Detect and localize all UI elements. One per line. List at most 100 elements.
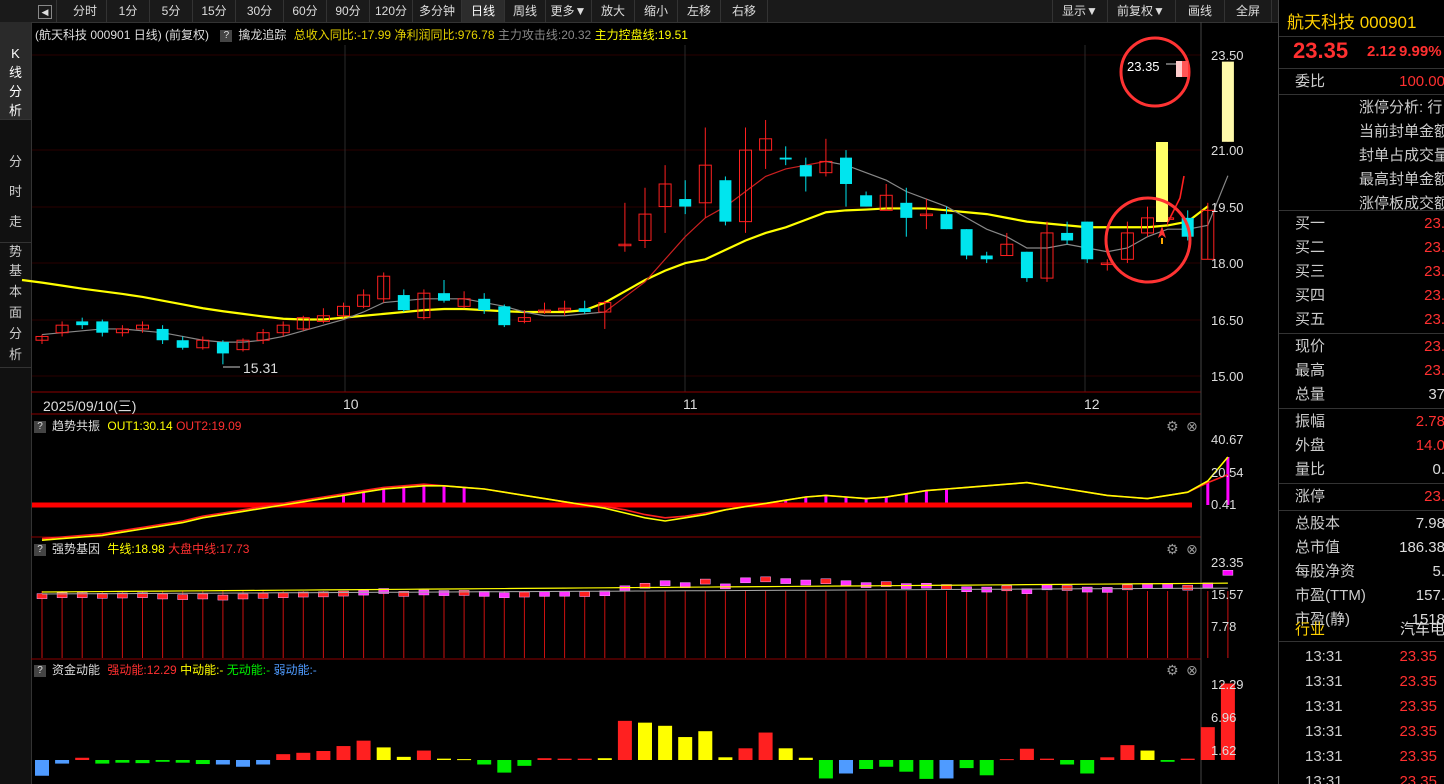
gear-icon[interactable]: ⚙: [1166, 663, 1180, 677]
momentum-bar: [276, 754, 291, 760]
industry-label: 行业: [1295, 621, 1326, 638]
momentum-bar: [95, 760, 110, 764]
bid-row: 买二 23.: [1279, 236, 1444, 260]
gear-icon[interactable]: ⚙: [1166, 419, 1180, 433]
momentum-bar: [55, 760, 70, 764]
gene-block: [338, 590, 349, 597]
candle-down: [1061, 232, 1074, 241]
candle-down: [438, 293, 450, 301]
panel3-none: 无动能:-: [226, 663, 271, 677]
y-axis-label: 21.00: [1211, 143, 1244, 158]
candle-down: [840, 157, 852, 184]
close-icon[interactable]: ⊗: [1186, 542, 1200, 556]
gene-block: [659, 580, 671, 586]
momentum-bar: [517, 760, 532, 766]
panel1-out2: OUT2:19.09: [176, 419, 242, 433]
gear-icon[interactable]: ⚙: [1166, 542, 1180, 556]
gene-block: [740, 577, 751, 584]
bid-row-value: 23.: [1424, 215, 1444, 232]
momentum-bar: [999, 759, 1014, 761]
stat-row: 涨停 23.: [1279, 485, 1444, 509]
momentum-bar: [155, 760, 170, 762]
gene-block: [237, 593, 249, 600]
candle-down: [679, 199, 692, 207]
quote-panel: 航天科技 000901 23.35 2.12 9.99% 委比 100.00 涨停…: [1278, 0, 1444, 784]
gene-block: [277, 592, 289, 598]
help-icon[interactable]: ?: [34, 420, 46, 433]
close-icon[interactable]: ⊗: [1186, 419, 1200, 433]
momentum-bar: [437, 758, 451, 760]
gene-block: [840, 580, 852, 586]
price-change-pct: 9.99%: [1399, 43, 1442, 60]
stat-row-label: 每股净资: [1295, 563, 1356, 580]
momentum-bar: [939, 760, 954, 779]
stat-row-label: 总股本: [1295, 515, 1341, 532]
stat-row-value: 5.: [1432, 563, 1444, 580]
gene-block: [157, 593, 168, 600]
candle-down: [900, 202, 913, 218]
momentum-bar: [135, 760, 150, 764]
panel3-name: 资金动能: [52, 663, 101, 677]
momentum-bar: [617, 720, 632, 760]
candle-down: [96, 321, 109, 333]
momentum-bar: [1160, 760, 1175, 762]
momentum-bar: [1140, 750, 1155, 760]
stat-row: 每股净资 5.: [1279, 560, 1444, 584]
bid-row-label: 买三: [1295, 263, 1326, 280]
momentum-bar: [758, 732, 773, 760]
bid-row-label: 买二: [1295, 239, 1326, 256]
limit-line: 封单占成交量: [1359, 147, 1444, 164]
momentum-bar: [477, 760, 492, 765]
strong-gene-panel: [36, 570, 1234, 658]
y-axis-label: 12.29: [1211, 677, 1244, 692]
high-price-label: 23.35: [1127, 59, 1160, 74]
stat-row: 振幅 2.78: [1279, 410, 1444, 434]
candle-down: [176, 340, 189, 348]
stat-row-label: 市盈(TTM): [1295, 587, 1366, 604]
weibi-value: 100.00: [1399, 73, 1444, 90]
tick-row: 13:31 23.35: [1279, 645, 1444, 669]
stat-row: 总市值 186.38: [1279, 536, 1444, 560]
candle-down: [397, 295, 410, 311]
momentum-bar: [658, 725, 673, 760]
momentum-bar: [457, 759, 472, 761]
close-icon[interactable]: ⊗: [1186, 663, 1200, 677]
gene-block: [820, 578, 832, 585]
stat-row-label: 现价: [1295, 338, 1326, 355]
candle-down: [860, 195, 873, 207]
y-axis-label: 0.41: [1211, 497, 1237, 512]
x-axis-label: 10: [343, 396, 359, 412]
candle-down: [799, 165, 812, 177]
tick-price: 23.35: [1399, 673, 1437, 690]
help-icon[interactable]: ?: [34, 543, 46, 556]
tick-price: 23.35: [1399, 648, 1437, 665]
industry-row: 行业 汽车电: [1279, 618, 1444, 642]
stat-row: 量比 0.: [1279, 458, 1444, 482]
gene-block: [539, 591, 550, 597]
y-axis-label: 23.35: [1211, 555, 1244, 570]
limit-up-candle: [1221, 61, 1234, 142]
candles: [35, 61, 1234, 365]
candle-down: [779, 157, 792, 160]
tick-price: 23.35: [1399, 773, 1437, 784]
momentum-bar: [296, 752, 311, 760]
stat-row-value: 14.0: [1415, 437, 1444, 454]
help-icon[interactable]: ?: [34, 664, 46, 677]
momentum-bar: [1100, 757, 1115, 760]
momentum-bar: [1080, 760, 1095, 774]
stat-row-value: 186.38: [1399, 539, 1444, 556]
momentum-bar: [959, 760, 974, 769]
gene-block: [257, 593, 269, 599]
tick-price: 23.35: [1399, 748, 1437, 765]
momentum-bar: [899, 760, 914, 772]
panel1-header: ? 趋势共振 OUT1:30.14 OUT2:19.09: [32, 417, 241, 435]
stat-row: 外盘 14.0: [1279, 434, 1444, 458]
stat-row: 市盈(TTM) 157.: [1279, 584, 1444, 608]
y-axis-label: 20.54: [1211, 465, 1244, 480]
bid-row-value: 23.: [1424, 287, 1444, 304]
gene-block: [217, 594, 229, 601]
last-price: 23.35: [1293, 38, 1349, 63]
limit-line: 涨停分析: 行: [1359, 99, 1443, 116]
gene-block: [499, 592, 510, 598]
stat-row-label: 最高: [1295, 362, 1326, 379]
